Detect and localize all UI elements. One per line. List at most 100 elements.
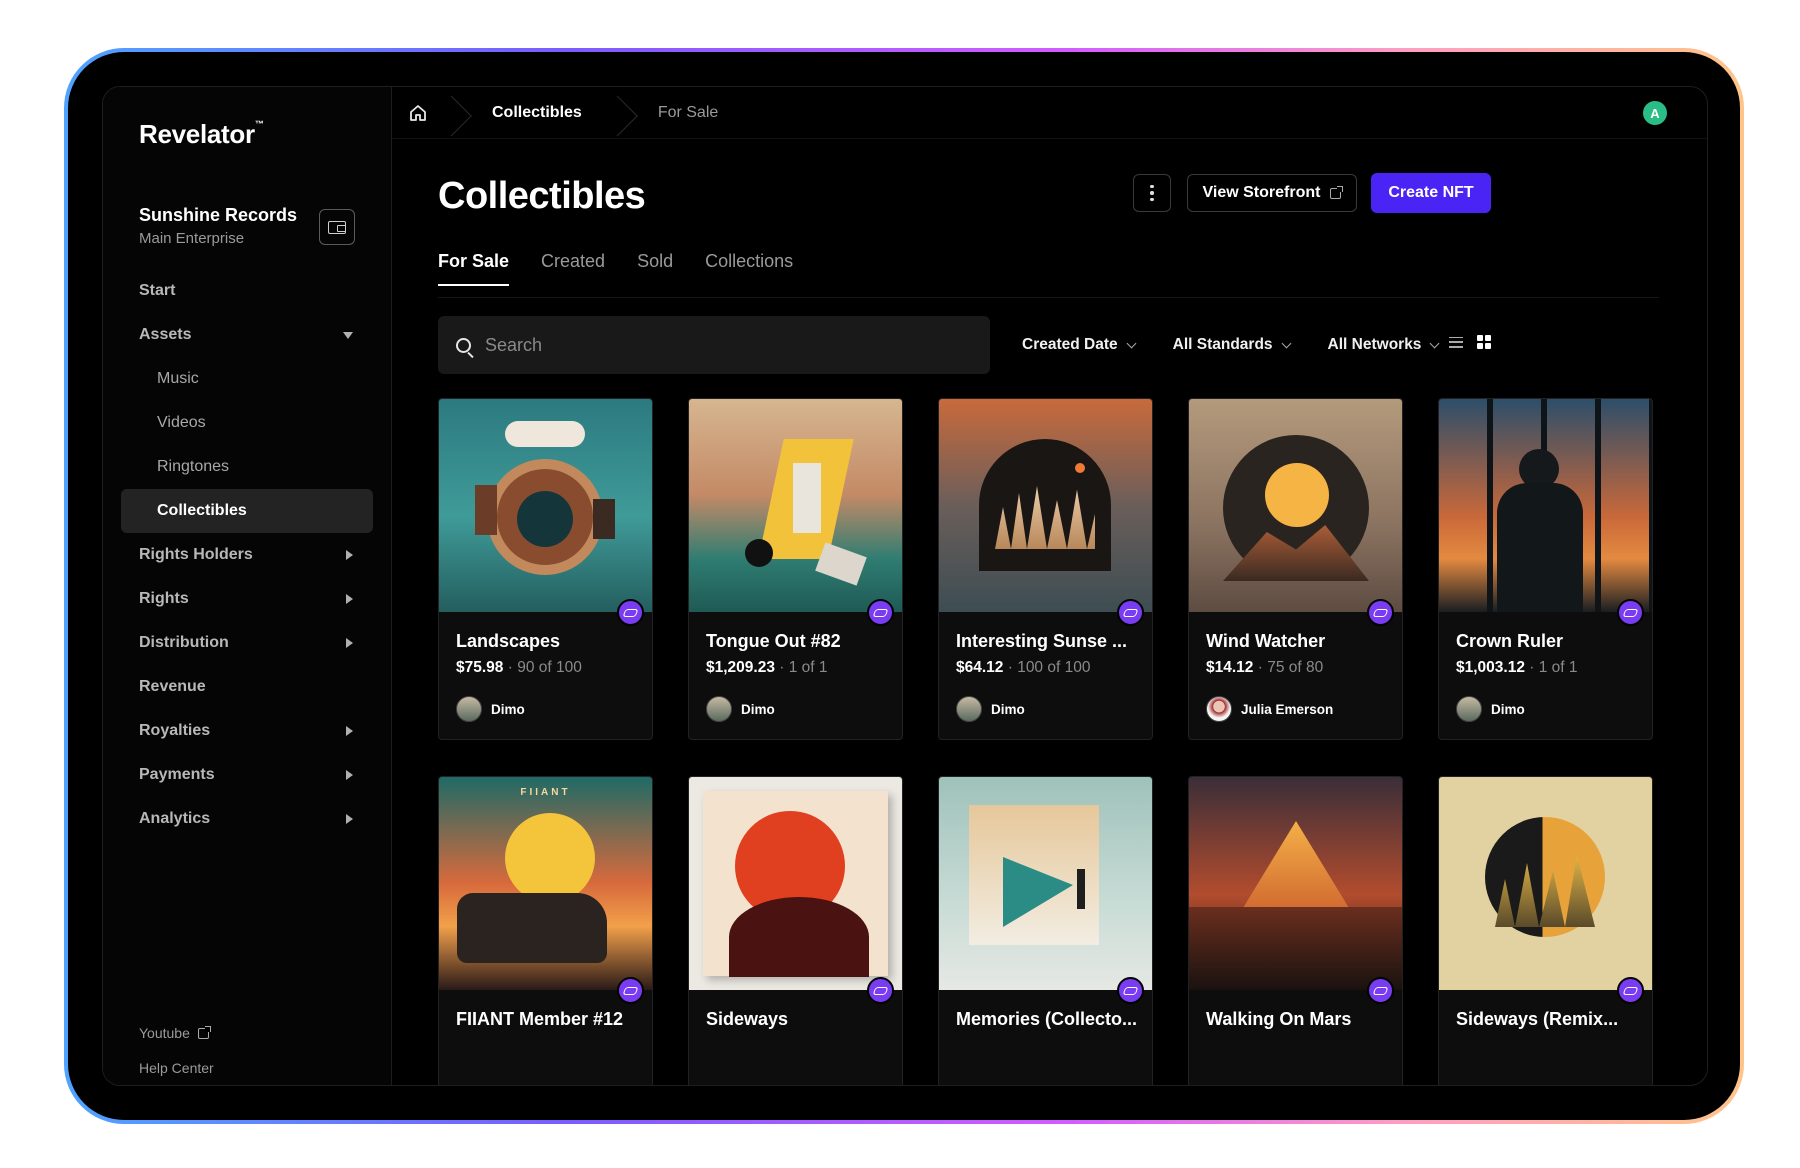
- avatar: [456, 696, 482, 722]
- more-options-button[interactable]: [1133, 174, 1171, 212]
- sidebar-item-analytics[interactable]: Analytics: [121, 797, 373, 841]
- avatar: [706, 696, 732, 722]
- search-box[interactable]: [438, 316, 990, 374]
- art-fiiant-text: FIIANT: [520, 787, 571, 798]
- nft-artwork: [1439, 399, 1652, 612]
- polygon-glyph: [622, 986, 639, 995]
- org-name: Sunshine Records: [139, 205, 298, 225]
- sidebar-item-rights-holders[interactable]: Rights Holders: [121, 533, 373, 577]
- caret-right-icon: [346, 814, 353, 824]
- edition-count: · 1 of 1: [1524, 659, 1578, 676]
- nft-card[interactable]: Sideways (Remix...: [1438, 776, 1653, 1085]
- view-storefront-label: View Storefront: [1202, 184, 1321, 201]
- creator[interactable]: Dimo: [456, 696, 525, 722]
- tab-for-sale[interactable]: For Sale: [438, 251, 510, 286]
- art-figure: [1497, 483, 1583, 612]
- polygon-network-icon: [1367, 977, 1394, 1004]
- card-price: $75.98 · 90 of 100: [456, 659, 582, 677]
- sidebar-item-videos[interactable]: Videos: [121, 401, 373, 445]
- sidebar-item-label: Analytics: [139, 810, 211, 827]
- dropdown-label: Created Date: [1022, 336, 1118, 353]
- youtube-link[interactable]: Youtube: [139, 1025, 211, 1041]
- chevron-down-icon: [1126, 338, 1137, 348]
- caret-right-icon: [346, 726, 353, 736]
- nft-card[interactable]: Memories (Collecto...: [938, 776, 1153, 1085]
- creator[interactable]: Julia Emerson: [1206, 696, 1333, 722]
- org-subtitle: Main Enterprise: [139, 230, 245, 247]
- art-cloud: [505, 421, 585, 447]
- standards-dropdown[interactable]: All Standards: [1173, 336, 1291, 354]
- nft-card[interactable]: Wind Watcher $14.12 · 75 of 80 Julia Eme…: [1188, 398, 1403, 740]
- breadcrumb-collectibles[interactable]: Collectibles: [464, 87, 610, 139]
- creator[interactable]: Dimo: [706, 696, 775, 722]
- art-figure: [1077, 869, 1085, 909]
- sidebar-item-ringtones[interactable]: Ringtones: [121, 445, 373, 489]
- art-vehicle: [457, 893, 607, 963]
- nft-card[interactable]: Interesting Sunse ... $64.12 · 100 of 10…: [938, 398, 1153, 740]
- sidebar-item-rights[interactable]: Rights: [121, 577, 373, 621]
- art-shape: [793, 463, 821, 533]
- youtube-label: Youtube: [139, 1025, 190, 1041]
- page-title: Collectibles: [438, 175, 646, 217]
- sidebar-item-label: Assets: [139, 326, 192, 343]
- card-price: $14.12 · 75 of 80: [1206, 659, 1323, 677]
- search-input[interactable]: [485, 334, 925, 356]
- sidebar: Revelator™ Sunshine Records Main Enterpr…: [103, 87, 392, 1085]
- nft-card[interactable]: Tongue Out #82 $1,209.23 · 1 of 1 Dimo: [688, 398, 903, 740]
- tab-collections[interactable]: Collections: [705, 251, 793, 286]
- card-title: Memories (Collecto...: [956, 1009, 1138, 1029]
- external-link-icon: [1330, 185, 1344, 199]
- help-center-link[interactable]: Help Center: [139, 1060, 214, 1076]
- caret-right-icon: [346, 550, 353, 560]
- view-storefront-button[interactable]: View Storefront: [1187, 174, 1357, 212]
- sidebar-item-revenue[interactable]: Revenue: [121, 665, 373, 709]
- nft-card[interactable]: Crown Ruler $1,003.12 · 1 of 1 Dimo: [1438, 398, 1653, 740]
- line: [1449, 336, 1463, 338]
- edition-count: · 75 of 80: [1253, 659, 1324, 676]
- price-value: $1,003.12: [1456, 659, 1525, 676]
- card-title: Landscapes: [456, 631, 561, 651]
- list-view-icon[interactable]: [1449, 336, 1463, 348]
- sidebar-item-label: Rights Holders: [139, 546, 253, 563]
- filter-bar: Created Date All Standards All Networks: [1022, 325, 1440, 365]
- polygon-glyph: [1622, 608, 1639, 617]
- sidebar-item-label: Ringtones: [157, 458, 230, 475]
- sidebar-item-collectibles[interactable]: Collectibles: [121, 489, 373, 533]
- tab-created[interactable]: Created: [541, 251, 605, 286]
- card-price: $1,209.23 · 1 of 1: [706, 659, 828, 677]
- creator[interactable]: Dimo: [1456, 696, 1525, 722]
- tab-divider: [438, 297, 1659, 298]
- price-value: $1,209.23: [706, 659, 775, 676]
- create-nft-button[interactable]: Create NFT: [1371, 173, 1491, 213]
- created-date-dropdown[interactable]: Created Date: [1022, 336, 1137, 354]
- sidebar-item-start[interactable]: Start: [121, 269, 373, 313]
- creator-name: Julia Emerson: [1241, 701, 1334, 717]
- sidebar-item-assets[interactable]: Assets: [121, 313, 373, 357]
- tab-sold[interactable]: Sold: [637, 251, 673, 286]
- art-sun: [1265, 463, 1329, 527]
- sidebar-item-royalties[interactable]: Royalties: [121, 709, 373, 753]
- creator[interactable]: Dimo: [956, 696, 1025, 722]
- dot: [1150, 197, 1154, 202]
- nft-card[interactable]: Landscapes $75.98 · 90 of 100 Dimo: [438, 398, 653, 740]
- art-sun: [1075, 463, 1085, 473]
- sidebar-item-payments[interactable]: Payments: [121, 753, 373, 797]
- brand-logo[interactable]: Revelator™: [139, 119, 264, 150]
- nft-card[interactable]: Sideways: [688, 776, 903, 1085]
- avatar: [956, 696, 982, 722]
- sidebar-item-distribution[interactable]: Distribution: [121, 621, 373, 665]
- org-switcher[interactable]: Sunshine Records Main Enterprise: [139, 205, 297, 247]
- networks-dropdown[interactable]: All Networks: [1328, 336, 1440, 354]
- polygon-network-icon: [1117, 977, 1144, 1004]
- polygon-network-icon: [867, 977, 894, 1004]
- help-center-label: Help Center: [139, 1060, 214, 1076]
- nft-card[interactable]: Walking On Mars: [1188, 776, 1403, 1085]
- search-icon: [456, 337, 471, 353]
- breadcrumb-for-sale[interactable]: For Sale: [630, 87, 746, 139]
- grid-view-icon[interactable]: [1477, 335, 1491, 349]
- sidebar-item-music[interactable]: Music: [121, 357, 373, 401]
- card-title: Tongue Out #82: [706, 631, 841, 651]
- nft-card[interactable]: FIIANT FIIANT Member #12: [438, 776, 653, 1085]
- wallet-button[interactable]: [319, 209, 355, 245]
- user-avatar[interactable]: A: [1643, 101, 1667, 125]
